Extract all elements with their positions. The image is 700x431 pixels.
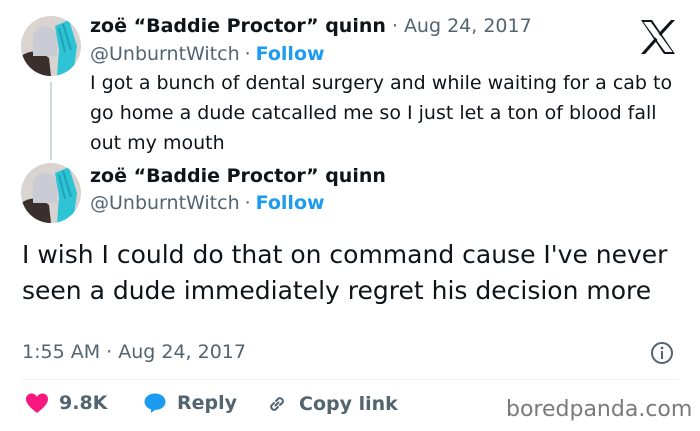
main-header: zoë “Baddie Proctor” quinn (90, 165, 386, 187)
main-handle-row: @UnburntWitch · Follow (90, 192, 325, 214)
copy-link-button[interactable]: Copy link (265, 392, 398, 416)
watermark: boredpanda.com (506, 397, 693, 422)
tweet-text: I got a bunch of dental surgery and whil… (90, 72, 673, 154)
display-name[interactable]: zoë “Baddie Proctor” quinn (90, 15, 386, 37)
thread-line (50, 82, 52, 160)
like-button[interactable]: 9.8K (25, 392, 107, 414)
user-handle[interactable]: @UnburntWitch (90, 192, 240, 214)
user-handle[interactable]: @UnburntWitch (90, 43, 240, 65)
info-icon[interactable] (650, 341, 674, 369)
tweet-date[interactable]: Aug 24, 2017 (404, 15, 532, 37)
link-icon (270, 397, 284, 411)
parent-header: zoë “Baddie Proctor” quinn · Aug 24, 201… (90, 15, 532, 37)
separator: · (244, 192, 251, 214)
reply-button[interactable]: Reply (143, 392, 237, 414)
tweet-text: I wish I could do that on command cause … (22, 240, 668, 305)
separator: · (244, 43, 251, 65)
follow-button[interactable]: Follow (256, 43, 325, 65)
heart-icon (26, 393, 48, 413)
follow-button[interactable]: Follow (256, 192, 325, 214)
avatar[interactable] (21, 16, 81, 76)
display-name[interactable]: zoë “Baddie Proctor” quinn (90, 165, 386, 187)
divider (22, 379, 678, 380)
tweet-timestamp[interactable]: 1:55 AM · Aug 24, 2017 (22, 341, 246, 363)
reply-bubble-icon (144, 393, 166, 413)
reply-label: Reply (177, 392, 238, 414)
like-count: 9.8K (59, 392, 108, 414)
x-logo-icon[interactable] (639, 19, 677, 59)
parent-handle-row: @UnburntWitch · Follow (90, 43, 325, 65)
separator: · (391, 15, 398, 37)
copy-link-label: Copy link (299, 393, 398, 415)
avatar[interactable] (21, 163, 81, 223)
